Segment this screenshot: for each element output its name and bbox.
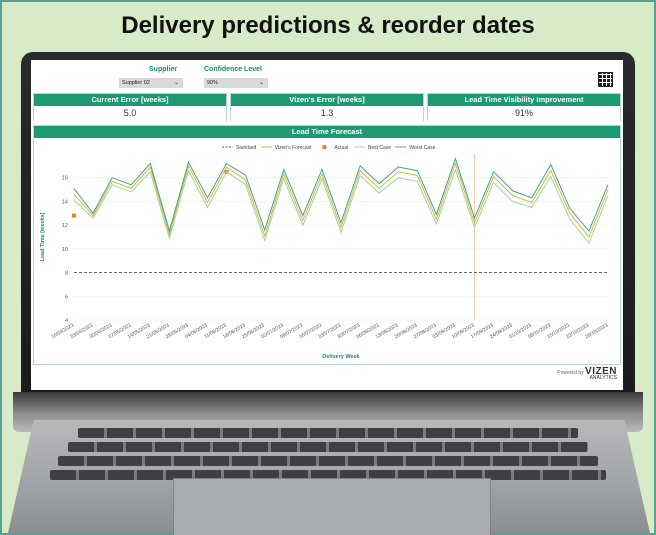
actual-point <box>72 213 76 218</box>
y-axis-label: Lead Time [weeks] <box>40 212 46 261</box>
lead-time-chart: Lead Time Forecast 4 6 8 10 12 14 16 Lead Time … <box>33 125 621 365</box>
kpi-vizen-error: Vizen's Error [weeks] 1.3 <box>230 93 424 121</box>
y-tick-label: 14 <box>62 199 68 205</box>
trackpad <box>173 478 491 535</box>
powered-text: Powered by <box>557 370 584 376</box>
chart-canvas: 46810121416Lead Time [weeks]16/04/202323… <box>40 145 609 360</box>
legend-label: Vizen's Forecast <box>275 145 312 151</box>
chevron-down-icon: ⌄ <box>173 80 179 86</box>
chevron-down-icon: ⌄ <box>258 80 264 86</box>
laptop-screen: Supplier Supplier 02 ⌄ Confidence Level … <box>31 60 623 390</box>
kpi-label: Current Error [weeks] <box>34 94 226 106</box>
kpi-label: Lead Time Visibility Improvement <box>428 94 620 106</box>
confidence-select[interactable]: 90% ⌄ <box>204 78 268 88</box>
kpi-value: 91% <box>428 106 620 121</box>
legend-label: Best Case <box>368 145 391 151</box>
legend-label: Worst Case <box>409 145 435 151</box>
legend-label: Actual <box>334 145 348 151</box>
supplier-select-value: Supplier 02 <box>122 80 150 86</box>
chart-title: Lead Time Forecast <box>34 126 620 138</box>
confidence-label: Confidence Level <box>204 66 262 73</box>
kpi-current-error: Current Error [weeks] 5.0 <box>33 93 227 121</box>
keyboard-row <box>68 442 588 452</box>
kpi-value: 5.0 <box>34 106 226 121</box>
y-tick-label: 16 <box>62 176 68 182</box>
page-title: Delivery predictions & reorder dates <box>121 12 535 39</box>
powered-by: Powered by VIZEN ANALYTICS <box>557 366 617 381</box>
legend-marker <box>322 145 327 149</box>
filter-bar: Supplier Supplier 02 ⌄ Confidence Level … <box>31 64 623 90</box>
x-axis-label: Delivery Week <box>322 354 360 360</box>
kpi-value: 1.3 <box>231 106 423 121</box>
confidence-select-value: 90% <box>207 80 219 86</box>
table-view-icon[interactable] <box>598 72 613 87</box>
supplier-label: Supplier <box>149 66 178 73</box>
series-line-vizen-s-forecast <box>73 161 609 238</box>
keyboard-row <box>78 428 578 438</box>
y-tick-label: 10 <box>62 247 68 253</box>
legend-label: Standard <box>236 145 257 151</box>
y-tick-label: 6 <box>65 294 68 300</box>
y-tick-label: 4 <box>65 318 68 324</box>
supplier-select[interactable]: Supplier 02 ⌄ <box>119 78 183 88</box>
y-tick-label: 8 <box>65 271 68 277</box>
kpi-visibility-improvement: Lead Time Visibility Improvement 91% <box>427 93 621 121</box>
series-line-worst-case <box>73 157 609 233</box>
kpi-label: Vizen's Error [weeks] <box>231 94 423 106</box>
y-tick-label: 12 <box>62 223 68 229</box>
keyboard-row <box>58 456 598 466</box>
